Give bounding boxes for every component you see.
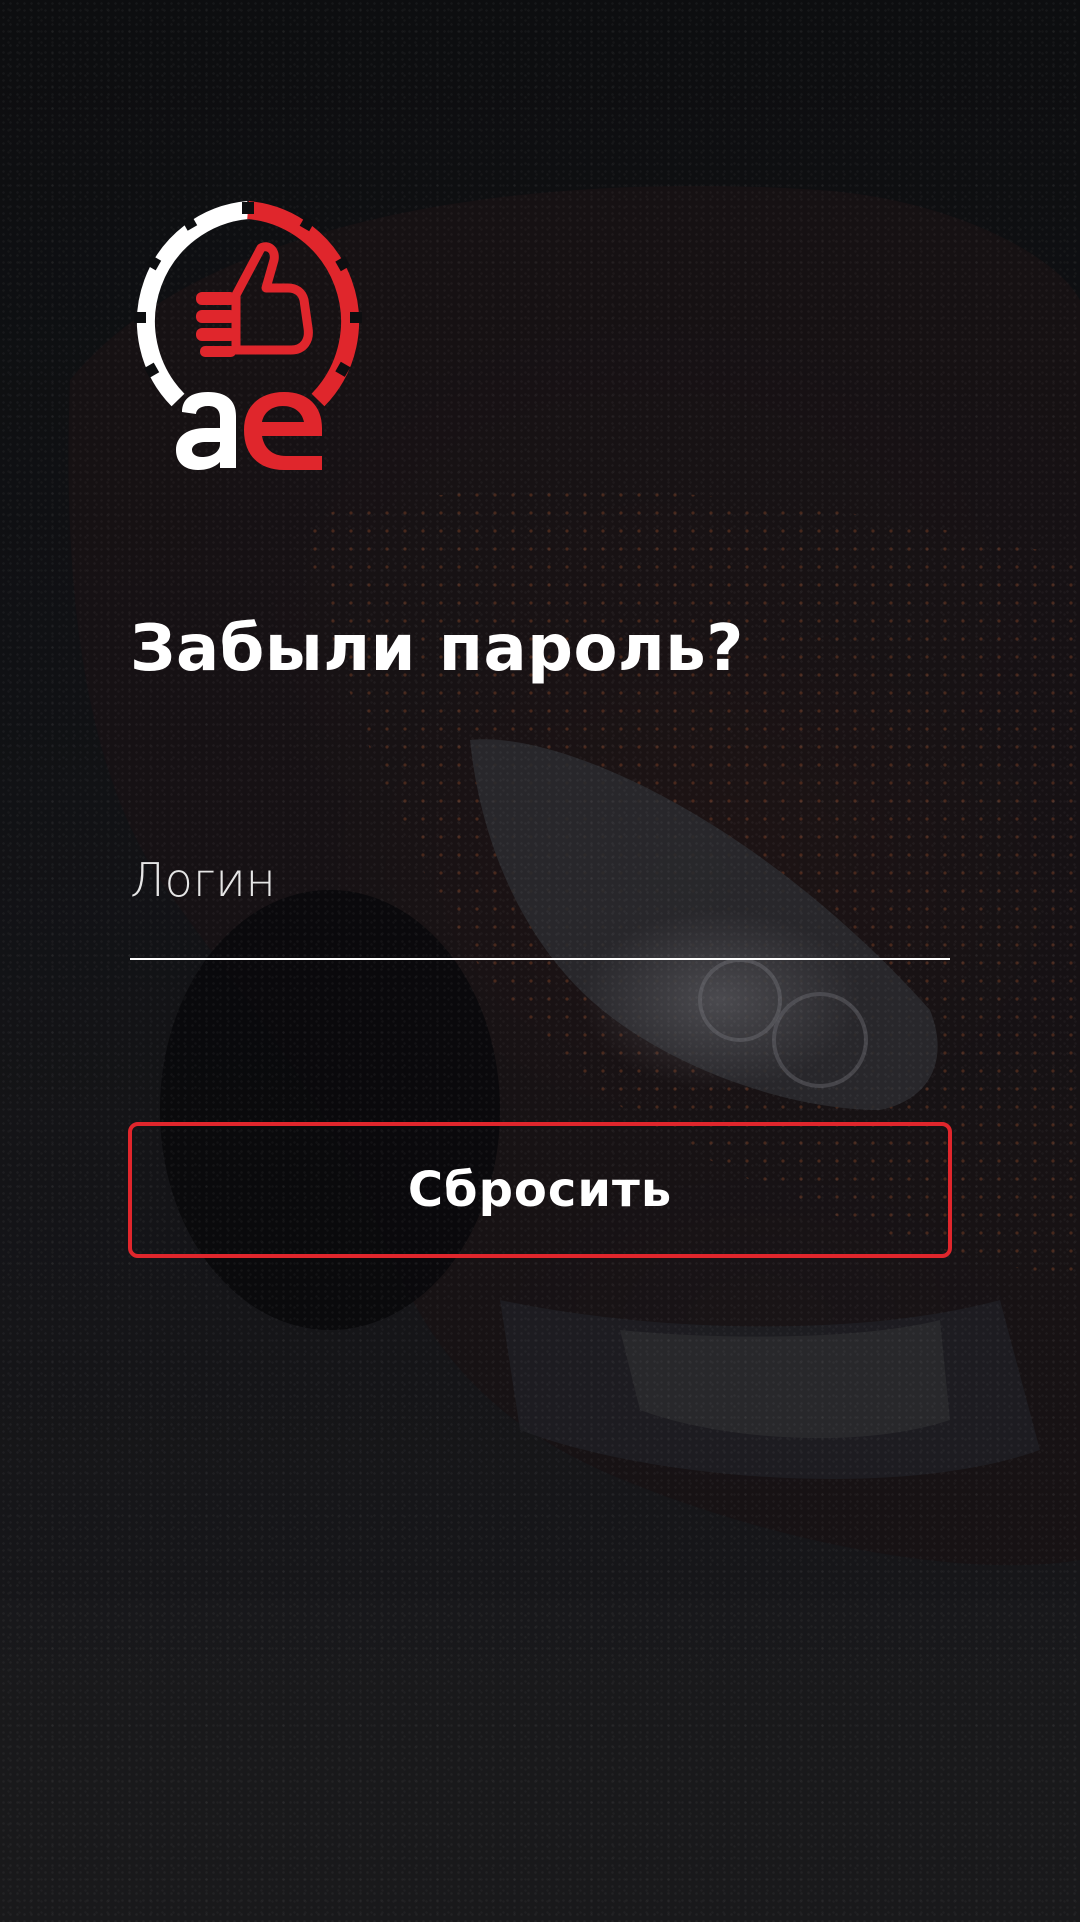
login-input-underline <box>130 958 950 960</box>
reset-password-button[interactable]: Сбросить <box>128 1122 952 1258</box>
speedometer-thumbs-up-logo <box>134 201 362 470</box>
forgot-password-screen: Забыли пароль? Сбросить <box>0 0 1080 1922</box>
page-title: Забыли пароль? <box>130 612 744 686</box>
login-field <box>130 840 950 962</box>
login-input[interactable] <box>130 840 950 920</box>
